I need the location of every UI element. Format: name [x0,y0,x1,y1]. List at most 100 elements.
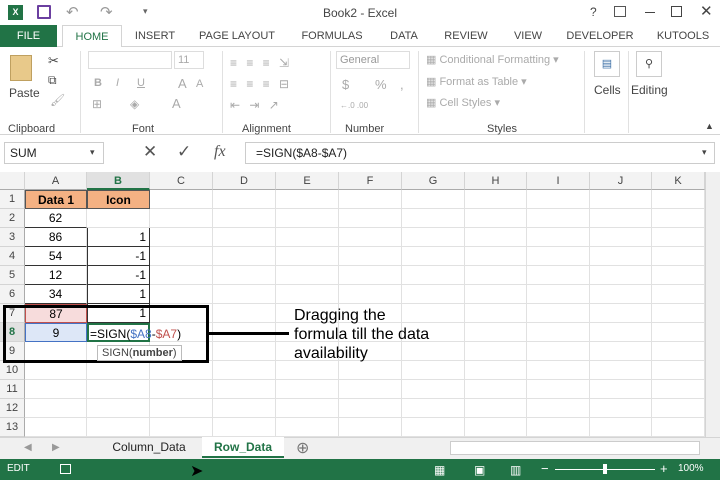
cell-G13[interactable] [402,418,465,437]
cell-D10[interactable] [213,361,276,380]
borders-icon[interactable]: ⊞ [92,97,102,111]
cell-B3[interactable]: 1 [87,228,150,247]
cell-D4[interactable] [213,247,276,266]
tab-file[interactable]: FILE [0,25,57,47]
cell-K11[interactable] [652,380,705,399]
cell-A6[interactable]: 34 [25,285,87,304]
zoom-level[interactable]: 100% [678,463,704,474]
column-header-D[interactable]: D [213,172,276,190]
cell-F13[interactable] [339,418,402,437]
tab-insert[interactable]: INSERT [128,25,182,47]
cell-J6[interactable] [590,285,652,304]
cell-H11[interactable] [465,380,527,399]
font-name-select[interactable] [88,51,172,69]
column-header-H[interactable]: H [465,172,527,190]
cell-D12[interactable] [213,399,276,418]
decimal-icons[interactable]: ←.0 .00 [340,101,368,110]
cell-K3[interactable] [652,228,705,247]
cell-A2[interactable]: 62 [25,209,87,228]
editing-icon[interactable]: ⚲ [636,51,662,77]
row-header-4[interactable]: 4 [0,247,25,266]
cell-A3[interactable]: 86 [25,228,87,247]
cell-D13[interactable] [213,418,276,437]
cell-B10[interactable] [87,361,150,380]
cell-C11[interactable] [150,380,213,399]
cell-I4[interactable] [527,247,590,266]
tab-page-layout[interactable]: PAGE LAYOUT [192,25,282,47]
currency-button[interactable]: $ [342,77,349,92]
cell-K4[interactable] [652,247,705,266]
cell-H6[interactable] [465,285,527,304]
cell-styles-button[interactable]: ▦ Cell Styles ▾ [426,96,500,109]
font-size-select[interactable]: 11 [174,51,204,69]
font-color-button[interactable]: A [172,96,181,111]
cell-C1[interactable] [150,190,213,209]
column-header-E[interactable]: E [276,172,339,190]
cell-J7[interactable] [590,304,652,323]
next-sheet-icon[interactable]: ▶ [52,442,60,453]
name-box-dropdown-icon[interactable]: ▾ [90,147,95,158]
cell-A10[interactable] [25,361,87,380]
close-icon[interactable]: ✕ [700,2,713,20]
cell-I9[interactable] [527,342,590,361]
column-header-F[interactable]: F [339,172,402,190]
macro-record-icon[interactable] [60,464,71,474]
format-painter-icon[interactable]: 🖌 [50,93,65,107]
cell-K7[interactable] [652,304,705,323]
cell-G2[interactable] [402,209,465,228]
tab-data[interactable]: DATA [382,25,426,47]
cell-J3[interactable] [590,228,652,247]
column-header-C[interactable]: C [150,172,213,190]
name-box[interactable]: SUM [4,142,104,164]
cell-B12[interactable] [87,399,150,418]
cell-B13[interactable] [87,418,150,437]
cell-C2[interactable] [150,209,213,228]
cells-icon[interactable]: ▤ [594,51,620,77]
cell-J8[interactable] [590,323,652,342]
row-header-3[interactable]: 3 [0,228,25,247]
cell-D3[interactable] [213,228,276,247]
cell-K6[interactable] [652,285,705,304]
cell-H12[interactable] [465,399,527,418]
cell-I8[interactable] [527,323,590,342]
tab-home[interactable]: HOME [62,25,122,48]
column-header-K[interactable]: K [652,172,705,190]
cell-F5[interactable] [339,266,402,285]
cell-A5[interactable]: 12 [25,266,87,285]
column-header-I[interactable]: I [527,172,590,190]
cell-H5[interactable] [465,266,527,285]
cell-G6[interactable] [402,285,465,304]
undo-icon[interactable]: ↶ [66,3,79,21]
cell-E2[interactable] [276,209,339,228]
cell-J13[interactable] [590,418,652,437]
cell-K5[interactable] [652,266,705,285]
cell-B5[interactable]: -1 [87,266,150,285]
cell-E12[interactable] [276,399,339,418]
cell-D11[interactable] [213,380,276,399]
cell-J5[interactable] [590,266,652,285]
grow-font-button[interactable]: A [178,76,187,91]
cell-C4[interactable] [150,247,213,266]
sheet-tab-row-data[interactable]: Row_Data [202,437,284,458]
cell-K2[interactable] [652,209,705,228]
cell-A11[interactable] [25,380,87,399]
cell-J9[interactable] [590,342,652,361]
editing-button[interactable]: Editing [631,83,668,97]
underline-button[interactable]: U [137,77,145,89]
ribbon-display-icon[interactable] [614,6,626,17]
cell-B1[interactable]: Icon [87,190,150,209]
cell-K1[interactable] [652,190,705,209]
cell-I7[interactable] [527,304,590,323]
cell-F12[interactable] [339,399,402,418]
shrink-font-button[interactable]: A [196,78,203,90]
number-format-select[interactable]: General [336,51,410,69]
percent-button[interactable]: % [375,77,387,92]
cell-I13[interactable] [527,418,590,437]
customize-qat-icon[interactable]: ▾ [143,6,148,17]
fill-color-icon[interactable]: ◈ [130,97,139,111]
copy-icon[interactable]: ⧉ [48,73,57,88]
cells-button[interactable]: Cells [594,83,621,97]
tab-kutools[interactable]: KUTOOLS [652,25,714,47]
cell-B4[interactable]: -1 [87,247,150,266]
collapse-ribbon-icon[interactable]: ▲ [705,121,714,131]
